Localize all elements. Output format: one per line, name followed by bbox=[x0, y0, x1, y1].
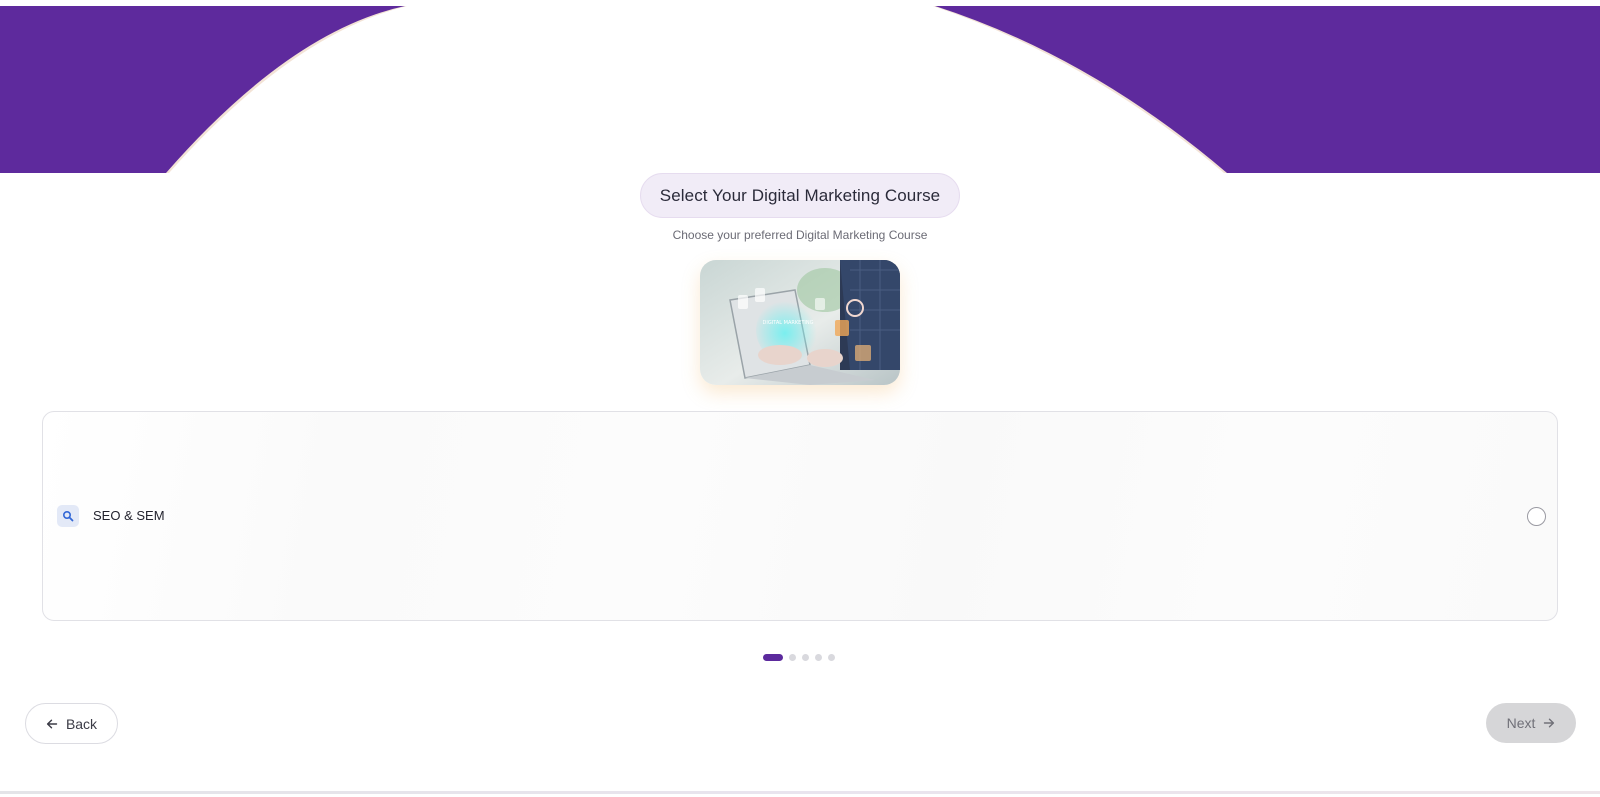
digital-marketing-hero-image: DIGITAL MARKETING bbox=[700, 260, 900, 385]
course-option-radio[interactable] bbox=[1527, 507, 1546, 526]
pagination-dot-5 bbox=[828, 654, 835, 661]
course-option-seo-sem[interactable]: SEO & SEM bbox=[42, 411, 1558, 621]
page-subtitle: Choose your preferred Digital Marketing … bbox=[672, 228, 928, 242]
bottom-divider bbox=[0, 791, 1600, 794]
search-icon bbox=[57, 505, 79, 527]
page-title: Select Your Digital Marketing Course bbox=[640, 173, 960, 218]
arrow-left-icon bbox=[46, 719, 58, 728]
pagination-dot-1 bbox=[763, 654, 783, 661]
pagination-dot-2 bbox=[789, 654, 796, 661]
pagination-dot-3 bbox=[802, 654, 809, 661]
arrow-right-icon bbox=[1544, 718, 1555, 728]
next-button-label: Next bbox=[1506, 715, 1536, 731]
next-button[interactable]: Next bbox=[1486, 703, 1576, 743]
back-button[interactable]: Back bbox=[25, 703, 118, 744]
pagination-dots bbox=[763, 654, 835, 661]
hero-image-caption: DIGITAL MARKETING bbox=[763, 320, 814, 326]
pagination-dot-4 bbox=[815, 654, 822, 661]
course-selection-page: Select Your Digital Marketing Course Cho… bbox=[0, 0, 1600, 797]
header-banner bbox=[0, 6, 1600, 173]
back-button-label: Back bbox=[65, 715, 98, 732]
course-option-label: SEO & SEM bbox=[93, 508, 165, 523]
